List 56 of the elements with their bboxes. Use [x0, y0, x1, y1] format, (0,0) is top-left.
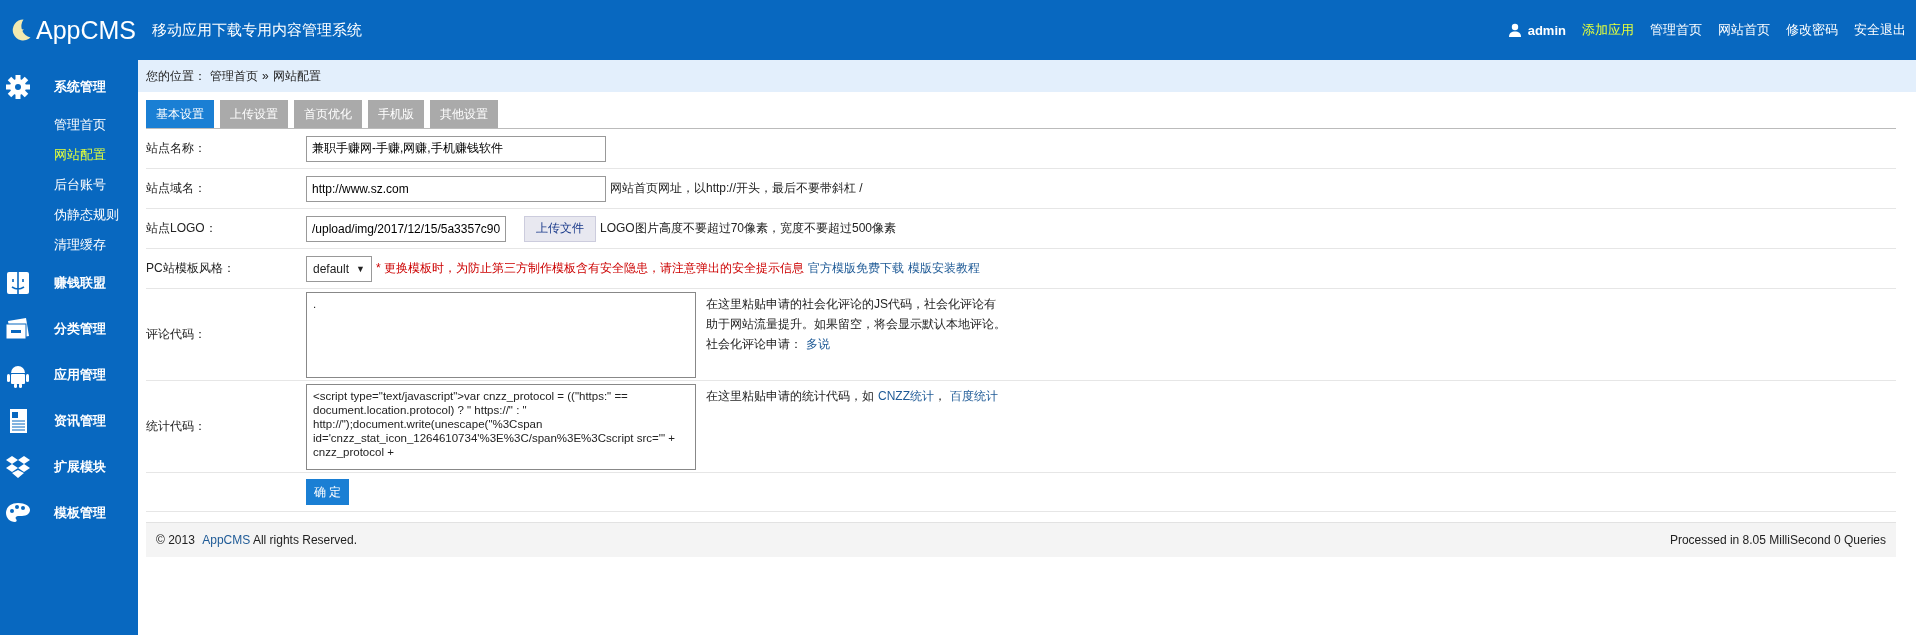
field-hint: 在这里粘贴申请的统计代码，如 CNZZ统计， 百度统计 [706, 387, 999, 405]
sidebar-item[interactable]: 管理首页 [0, 110, 138, 140]
breadcrumb-label: 您的位置： [146, 67, 206, 85]
stats-text: Processed in 8.05 MilliSecond 0 Queries [1669, 533, 1886, 547]
sidebar-section[interactable]: 模板管理 [54, 504, 106, 522]
nav-link[interactable]: 安全退出 [1854, 21, 1906, 39]
sidebar-item[interactable]: 后台账号 [0, 170, 138, 200]
text-field[interactable]: http://www.sz.com [306, 175, 606, 202]
smiley-window-icon [4, 269, 32, 297]
sidebar-section[interactable]: 资讯管理 [54, 412, 106, 430]
hint-link[interactable]: 百度统计 [950, 388, 998, 403]
field-label: PC站模板风格： [146, 260, 236, 277]
brand-link[interactable]: AppCMS [202, 533, 251, 547]
hint-link[interactable]: CNZZ统计 [878, 388, 934, 403]
field-hint: LOGO图片高度不要超过70像素，宽度不要超过500像素 [600, 220, 897, 237]
nav-link[interactable]: 修改密码 [1786, 21, 1838, 39]
field-label: 评论代码： [146, 326, 207, 343]
field-hint: * 更换模板时，为防止第三方制作模板含有安全隐患，请注意弹出的安全提示信息 官方模版免费下载 模版安装教程 [376, 260, 980, 277]
nav-link[interactable]: 网站首页 [1718, 21, 1770, 39]
sidebar-section[interactable]: 系统管理 [54, 78, 106, 96]
sidebar-item[interactable]: 清理缓存 [0, 230, 138, 260]
upload-button[interactable]: 上传文件 [524, 215, 596, 242]
app-subtitle: 移动应用下载专用内容管理系统 [152, 20, 363, 40]
user-icon [1507, 23, 1522, 37]
sidebar-section[interactable]: 分类管理 [54, 320, 106, 338]
breadcrumb-link[interactable]: 管理首页 [210, 67, 258, 85]
tab[interactable]: 基本设置 [146, 100, 214, 128]
field-label: 站点LOGO： [146, 220, 218, 237]
app-logo: AppCMS [36, 15, 137, 45]
select-field[interactable]: default ▼ [306, 255, 372, 282]
code-field[interactable]: <script type="text/javascript">var cnzz_protocol = (("https:" == document.location.protocol) ? " https://" : " http://");document.write(unescape("%3Cspan id='cnzz_stat_icon_1264610734'%3E%3C/span%3E%3Cscript src='" + cnzz_protocol + [306, 383, 696, 470]
sidebar-item[interactable]: 网站配置 [0, 140, 138, 170]
sidebar-section[interactable]: 赚钱联盟 [54, 274, 106, 292]
gear-icon [4, 73, 32, 101]
field-hint: 网站首页网址，以http://开头，最后不要带斜杠 / [610, 180, 863, 197]
field-label: 统计代码： [146, 418, 207, 435]
field-label: 站点域名： [146, 180, 207, 197]
username: admin [1527, 22, 1566, 38]
submit-button[interactable]: 确 定 [306, 479, 350, 505]
hint-link[interactable]: 多说 [806, 336, 830, 351]
text-field[interactable]: /upload/img/2017/12/15/5a3357c90 [306, 215, 506, 242]
sidebar-item[interactable]: 伪静态规则 [0, 200, 138, 230]
sidebar-section[interactable]: 扩展模块 [54, 458, 106, 476]
field-label: 站点名称： [146, 140, 207, 157]
text-field[interactable]: 兼职手赚网-手赚,网赚,手机赚钱软件 [306, 135, 606, 162]
hint-link[interactable]: 官方模版免费下载 [808, 261, 904, 275]
code-field[interactable]: . [306, 291, 696, 378]
sidebar-section[interactable]: 应用管理 [54, 366, 106, 384]
field-hint: 在这里粘贴申请的社会化评论的JS代码，社会化评论有助于网站流量提升。如果留空，将会显示默认本地评论。社会化评论申请： 多说 [706, 295, 1006, 353]
boxes-icon [4, 453, 32, 481]
breadcrumb-separator: » [262, 69, 269, 83]
copyright-text: © 2013 AppCMS All rights Reserved. [156, 533, 357, 547]
breadcrumb-link[interactable]: 网站配置 [272, 67, 321, 85]
nav-link[interactable]: 添加应用 [1582, 21, 1634, 39]
hint-link[interactable]: 模版安装教程 [908, 261, 980, 275]
nav-link[interactable]: 管理首页 [1650, 21, 1702, 39]
